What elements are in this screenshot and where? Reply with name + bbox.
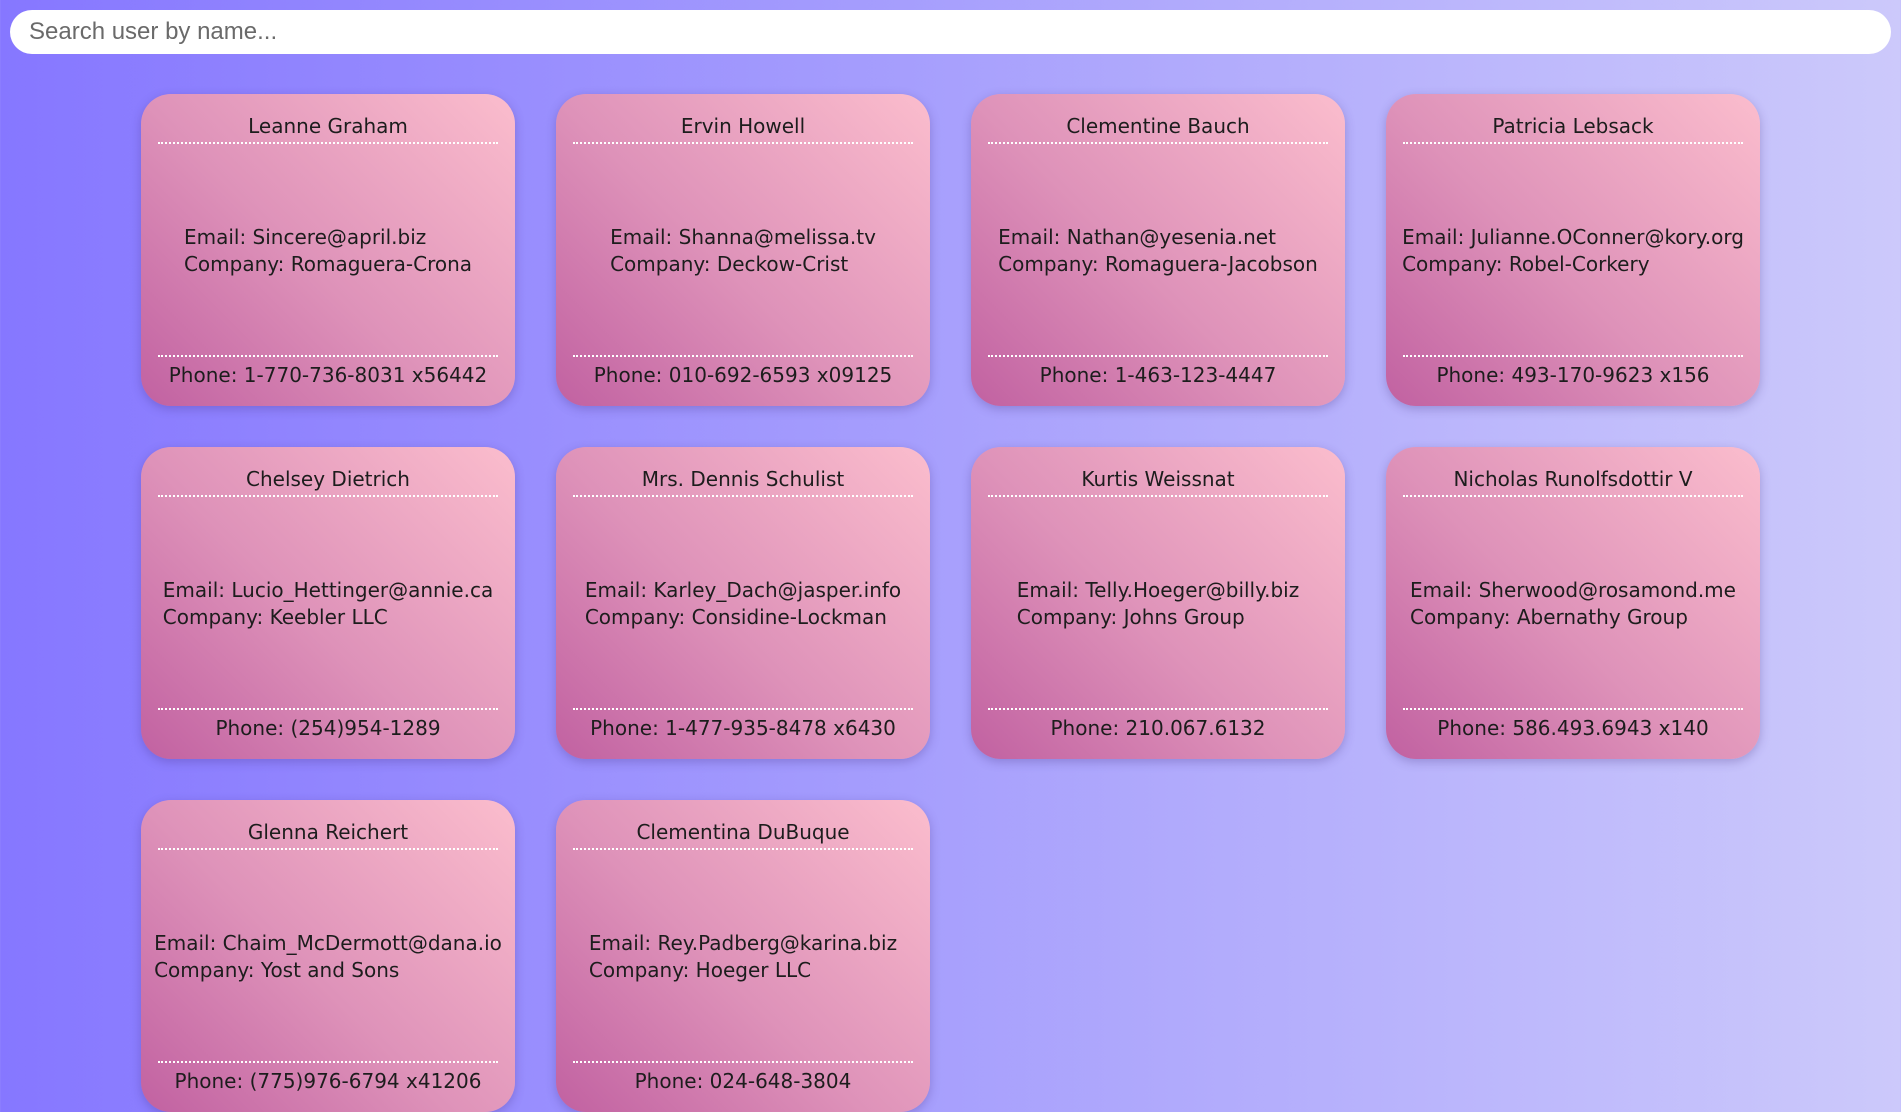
user-company: Company: Romaguera-Crona: [183, 252, 473, 276]
divider: [988, 355, 1328, 357]
user-phone: Phone: 010-692-6593 x09125: [593, 363, 893, 387]
user-name: Chelsey Dietrich: [246, 467, 410, 491]
user-company: Company: Johns Group: [1016, 605, 1245, 629]
divider: [573, 848, 913, 850]
user-name: Clementine Bauch: [1066, 114, 1250, 138]
user-email: Email: Julianne.OConner@kory.org: [1402, 225, 1744, 249]
user-card: Clementine Bauch Email: Nathan@yesenia.n…: [971, 94, 1345, 406]
user-name: Clementina DuBuque: [636, 820, 850, 844]
user-name: Ervin Howell: [680, 114, 806, 138]
user-name: Patricia Lebsack: [1492, 114, 1654, 138]
user-company: Company: Robel-Corkery: [1402, 252, 1650, 276]
divider: [988, 495, 1328, 497]
user-email: Email: Telly.Hoeger@billy.biz: [1016, 578, 1300, 602]
user-email: Email: Nathan@yesenia.net: [998, 225, 1276, 249]
user-email: Email: Sherwood@rosamond.me: [1410, 578, 1736, 602]
user-company: Company: Considine-Lockman: [584, 605, 887, 629]
user-name: Kurtis Weissnat: [1081, 467, 1235, 491]
user-name: Glenna Reichert: [247, 820, 409, 844]
user-card: Chelsey Dietrich Email: Lucio_Hettinger@…: [141, 447, 515, 759]
user-phone: Phone: 024-648-3804: [634, 1069, 852, 1093]
user-email: Email: Karley_Dach@jasper.info: [584, 578, 902, 602]
user-phone: Phone: 493-170-9623 x156: [1436, 363, 1710, 387]
user-phone: Phone: 1-463-123-4447: [1039, 363, 1277, 387]
divider: [1403, 355, 1743, 357]
user-phone: Phone: 210.067.6132: [1050, 716, 1266, 740]
user-name: Mrs. Dennis Schulist: [641, 467, 845, 491]
user-card: Kurtis Weissnat Email: Telly.Hoeger@bill…: [971, 447, 1345, 759]
user-company: Company: Hoeger LLC: [588, 958, 812, 982]
user-card: Leanne Graham Email: Sincere@april.biz C…: [141, 94, 515, 406]
divider: [573, 355, 913, 357]
divider: [573, 708, 913, 710]
user-company: Company: Keebler LLC: [162, 605, 388, 629]
divider: [573, 142, 913, 144]
user-company: Company: Deckow-Crist: [610, 252, 849, 276]
user-email: Email: Chaim_McDermott@dana.io: [154, 931, 502, 955]
user-card: Patricia Lebsack Email: Julianne.OConner…: [1386, 94, 1760, 406]
user-email: Email: Sincere@april.biz: [183, 225, 427, 249]
user-company: Company: Romaguera-Jacobson: [998, 252, 1318, 276]
divider: [158, 1061, 498, 1063]
divider: [1403, 708, 1743, 710]
user-card-grid: Leanne Graham Email: Sincere@april.biz C…: [141, 94, 1760, 1112]
user-name: Leanne Graham: [248, 114, 408, 138]
search-input[interactable]: [10, 10, 1891, 54]
user-email: Email: Lucio_Hettinger@annie.ca: [162, 578, 494, 602]
user-company: Company: Yost and Sons: [154, 958, 400, 982]
divider: [158, 495, 498, 497]
divider: [158, 708, 498, 710]
divider: [988, 142, 1328, 144]
user-card: Mrs. Dennis Schulist Email: Karley_Dach@…: [556, 447, 930, 759]
divider: [158, 142, 498, 144]
user-company: Company: Abernathy Group: [1410, 605, 1688, 629]
user-phone: Phone: 1-770-736-8031 x56442: [168, 363, 488, 387]
divider: [1403, 142, 1743, 144]
user-phone: Phone: (775)976-6794 x41206: [174, 1069, 482, 1093]
divider: [573, 1061, 913, 1063]
user-card: Clementina DuBuque Email: Rey.Padberg@ka…: [556, 800, 930, 1112]
divider: [1403, 495, 1743, 497]
divider: [988, 708, 1328, 710]
user-card: Nicholas Runolfsdottir V Email: Sherwood…: [1386, 447, 1760, 759]
user-email: Email: Shanna@melissa.tv: [610, 225, 876, 249]
divider: [158, 848, 498, 850]
user-card: Ervin Howell Email: Shanna@melissa.tv Co…: [556, 94, 930, 406]
divider: [573, 495, 913, 497]
divider: [158, 355, 498, 357]
user-phone: Phone: 586.493.6943 x140: [1437, 716, 1709, 740]
user-card: Glenna Reichert Email: Chaim_McDermott@d…: [141, 800, 515, 1112]
search-bar: [10, 10, 1891, 54]
user-email: Email: Rey.Padberg@karina.biz: [588, 931, 898, 955]
user-name: Nicholas Runolfsdottir V: [1453, 467, 1693, 491]
user-phone: Phone: 1-477-935-8478 x6430: [590, 716, 896, 740]
user-phone: Phone: (254)954-1289: [215, 716, 441, 740]
